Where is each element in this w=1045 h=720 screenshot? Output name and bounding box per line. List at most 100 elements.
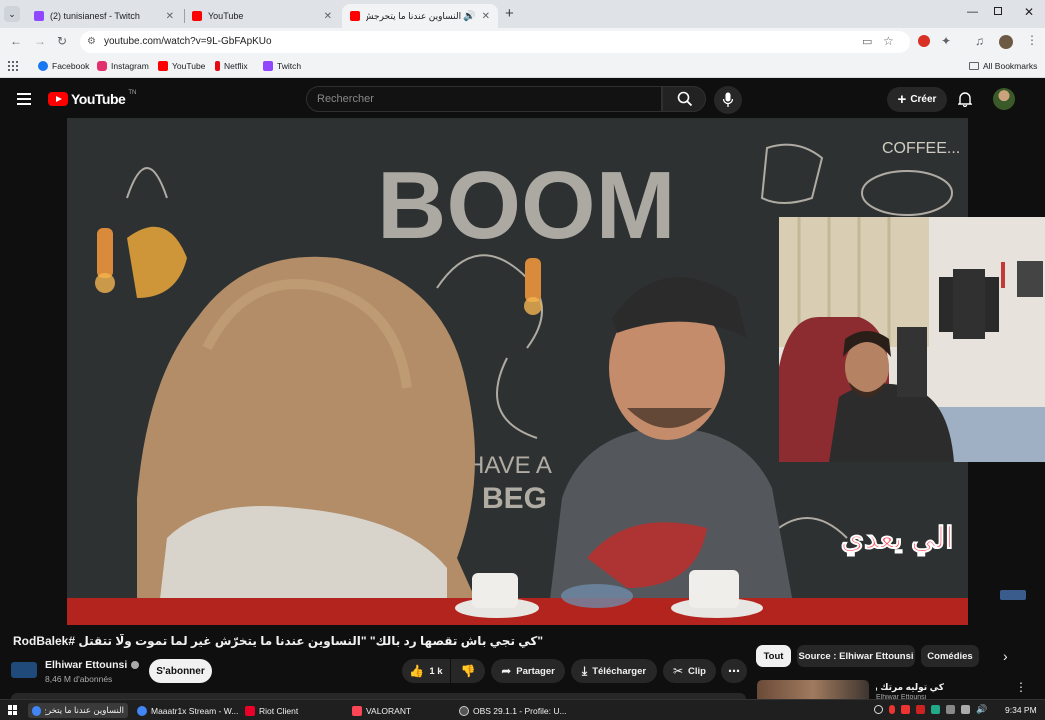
download-icon: ⤓ [581, 663, 588, 678]
search-input[interactable]: Rechercher [306, 86, 662, 112]
logo-text: YouTube [71, 91, 126, 107]
taskbar-label: OBS 29.1.1 - Profile: U... [473, 705, 567, 716]
close-icon[interactable]: ✕ [482, 11, 490, 22]
bookmark-label: Twitch [277, 61, 302, 71]
tab-video-active[interactable]: النساوين عندنا ما يتحرجش غ 🔊 ✕ [342, 4, 498, 28]
tray-mic-icon[interactable] [889, 705, 895, 714]
bookmark-facebook[interactable]: Facebook [38, 61, 89, 71]
share-icon: ➦ [501, 664, 512, 678]
new-tab-button[interactable]: + [505, 5, 514, 22]
youtube-icon [350, 11, 360, 21]
tray-icon[interactable] [961, 705, 970, 714]
youtube-play-icon [48, 92, 68, 106]
tray-icon[interactable] [874, 705, 883, 714]
address-bar[interactable]: ⚙ youtube.com/watch?v=9L-GbFApKUo ▭ ☆ [80, 31, 910, 53]
subscribe-label: S'abonner [156, 665, 205, 677]
minimize-icon[interactable]: — [967, 6, 978, 18]
clock[interactable]: 9:34 PM [1005, 705, 1037, 715]
chip-source[interactable]: Source : Elhiwar Ettounsi [797, 645, 915, 667]
instagram-icon [97, 61, 107, 71]
taskbar-item-chrome-stream[interactable]: Maaatr1x Stream - W... [137, 703, 238, 718]
bookmark-youtube[interactable]: YouTube [158, 61, 205, 71]
extension-icon[interactable] [918, 35, 930, 47]
download-button[interactable]: ⤓ Télécharger [571, 659, 657, 683]
restore-icon[interactable] [994, 7, 1002, 15]
tab-twitch[interactable]: (2) tunisianesf - Twitch ✕ [26, 4, 182, 28]
video-title: "كي تجي باش تقصها رد بالك" "النساوين عند… [13, 634, 753, 648]
browser-tab-bar: ⌄ (2) tunisianesf - Twitch ✕ YouTube ✕ ا… [0, 0, 1045, 28]
close-icon[interactable]: ✕ [166, 11, 174, 22]
bookmark-instagram[interactable]: Instagram [97, 61, 149, 71]
tray-icon[interactable] [901, 705, 910, 714]
youtube-header: YouTube TN Rechercher + Créer [0, 80, 1045, 118]
puzzle-icon[interactable]: ✦ [941, 35, 951, 47]
tray-icon[interactable] [916, 705, 925, 714]
subscribe-button[interactable]: S'abonner [149, 659, 212, 683]
more-actions-button[interactable]: ⋯ [721, 659, 747, 683]
bookmark-netflix[interactable]: Netflix [215, 61, 248, 71]
like-button[interactable]: 👍 1 k [402, 659, 450, 683]
youtube-logo[interactable]: YouTube TN [48, 90, 136, 107]
thumbs-up-icon: 👍 [409, 664, 425, 678]
bookmark-twitch[interactable]: Twitch [263, 61, 301, 71]
taskbar-item-valorant[interactable]: VALORANT [352, 703, 411, 718]
media-icon[interactable]: ♫ [975, 35, 984, 47]
obs-icon [459, 705, 469, 716]
taskbar-label: Maaatr1x Stream - W... [151, 705, 239, 716]
chip-label: Source : Elhiwar Ettounsi [798, 650, 914, 662]
facebook-icon [38, 61, 48, 71]
mic-icon [722, 92, 734, 107]
taskbar-item-chrome-video[interactable]: النساوين عندنا ما يتخرج... [28, 703, 128, 718]
apps-grid-icon[interactable] [8, 61, 18, 71]
search-button[interactable] [662, 86, 706, 112]
taskbar-label: Riot Client [259, 705, 299, 716]
reload-icon[interactable]: ↻ [57, 35, 67, 47]
like-count: 1 k [429, 665, 443, 677]
site-info-icon[interactable]: ⚙ [87, 36, 96, 47]
notifications-bell-icon[interactable] [957, 91, 973, 112]
back-icon[interactable]: ← [10, 35, 22, 47]
dislike-button[interactable]: 👎 [451, 659, 485, 683]
channel-avatar[interactable] [11, 662, 37, 678]
kebab-menu-icon[interactable]: ⋮ [1026, 34, 1038, 46]
cast-icon[interactable]: ▭ [862, 35, 872, 48]
chevron-down-icon: ⌄ [8, 8, 16, 19]
audio-icon[interactable]: 🔊 [463, 11, 475, 22]
board-text-beg: BEG [482, 482, 547, 515]
close-icon[interactable]: ✕ [324, 11, 332, 22]
tab-search-button[interactable]: ⌄ [4, 6, 20, 22]
bookmark-star-icon[interactable]: ☆ [883, 34, 894, 48]
clip-button[interactable]: ✂ Clip [663, 659, 716, 683]
taskbar-item-riot[interactable]: Riot Client [245, 703, 298, 718]
webcam-frame [779, 217, 1045, 462]
chip-comedies[interactable]: Comédies [921, 645, 979, 667]
create-button[interactable]: + Créer [887, 87, 947, 112]
avatar[interactable] [999, 35, 1013, 49]
hamburger-menu-icon[interactable] [17, 93, 31, 105]
twitch-icon [263, 61, 273, 71]
forward-icon[interactable]: → [34, 35, 46, 47]
volume-icon[interactable]: 🔊 [976, 705, 987, 714]
tray-icon[interactable] [931, 705, 940, 714]
recommended-thumbnail[interactable] [757, 680, 869, 699]
tray-icon[interactable] [946, 705, 955, 714]
close-window-icon[interactable]: ✕ [1024, 5, 1034, 19]
windows-start-icon[interactable] [8, 705, 18, 715]
share-button[interactable]: ➦ Partager [491, 659, 565, 683]
voice-search-button[interactable] [714, 86, 742, 114]
taskbar-item-obs[interactable]: OBS 29.1.1 - Profile: U... [459, 703, 567, 718]
bookmark-label: Facebook [52, 61, 90, 71]
channel-name[interactable]: Elhiwar Ettounsi [45, 659, 140, 671]
bookmarks-bar: Facebook Instagram YouTube Netflix Twitc… [0, 56, 1045, 78]
recommended-more-icon[interactable]: ⋮ [1015, 680, 1027, 694]
search-icon [677, 91, 693, 107]
all-bookmarks[interactable]: All Bookmarks [969, 61, 1037, 71]
url-text[interactable]: youtube.com/watch?v=9L-GbFApKUo [104, 36, 272, 47]
taskbar-label: VALORANT [366, 705, 412, 716]
user-avatar[interactable] [993, 88, 1015, 110]
chip-all[interactable]: Tout [756, 645, 791, 667]
chevron-right-icon[interactable]: › [1003, 648, 1008, 664]
tab-youtube[interactable]: YouTube ✕ [184, 4, 340, 28]
recommended-title[interactable]: كي توليه مرتك رد بالك [876, 682, 944, 693]
netflix-icon [215, 61, 220, 71]
